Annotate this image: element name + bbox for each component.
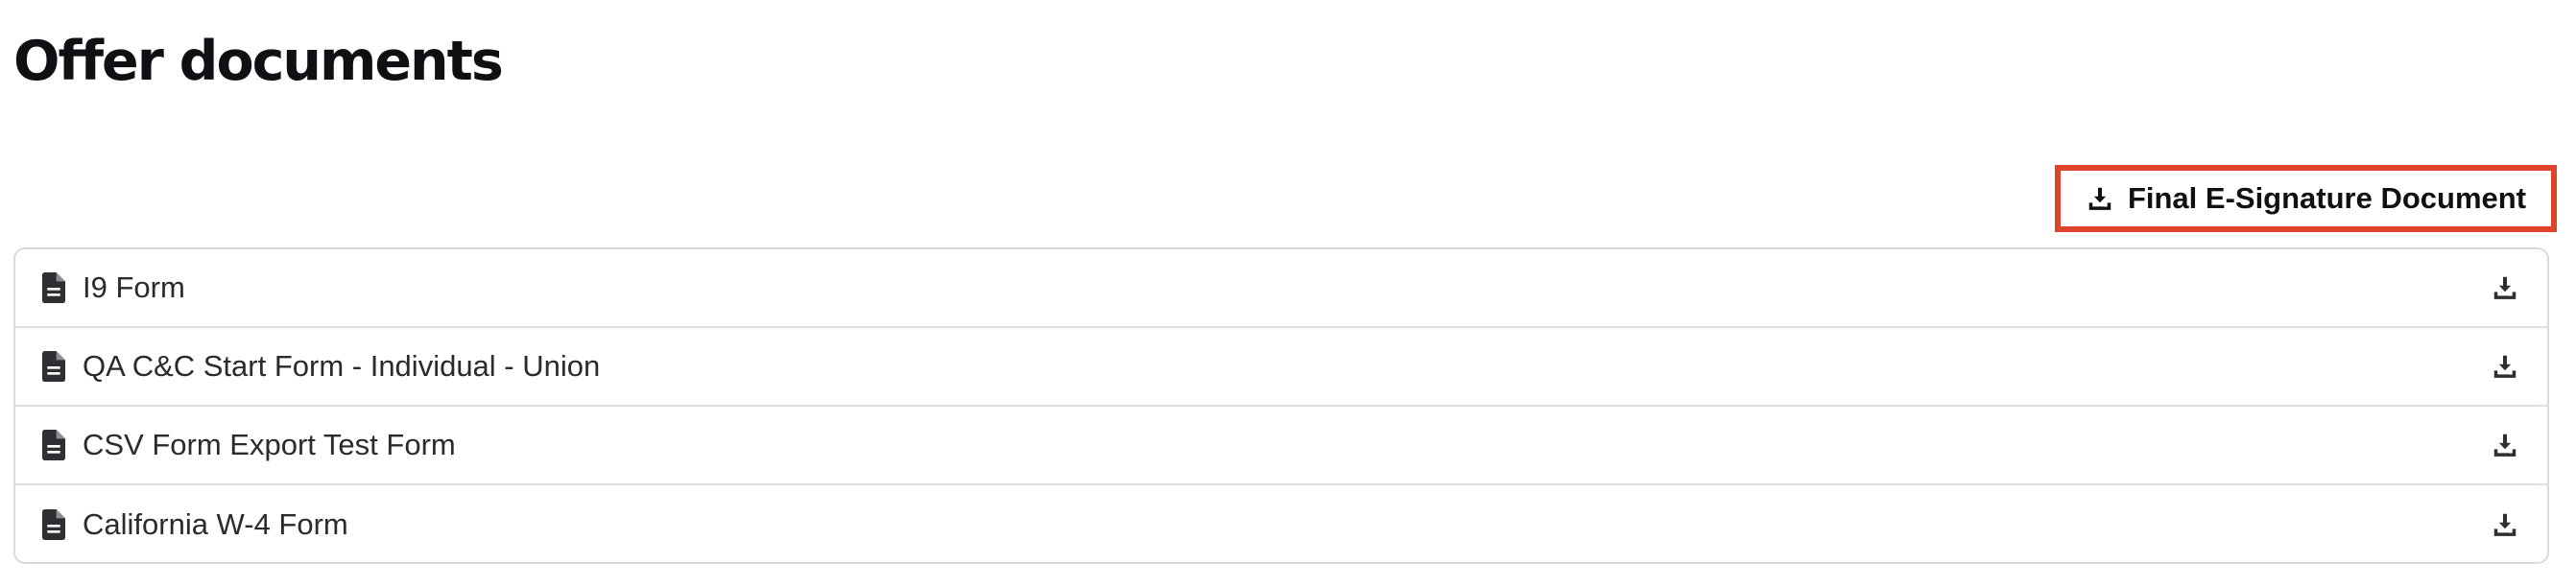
- page-title: Offer documents: [13, 30, 504, 93]
- document-name: QA C&C Start Form - Individual - Union: [83, 349, 601, 383]
- document-name: I9 Form: [83, 270, 185, 304]
- download-icon: [2086, 184, 2114, 213]
- file-icon: [42, 351, 65, 382]
- document-name: CSV Form Export Test Form: [83, 428, 456, 461]
- offer-documents-page: Offer documents Final E-Signature Docume…: [0, 0, 2576, 587]
- download-icon[interactable]: [2486, 426, 2524, 464]
- list-item: California W-4 Form: [15, 485, 2547, 562]
- download-icon[interactable]: [2486, 269, 2524, 307]
- list-item: I9 Form: [15, 249, 2547, 328]
- download-icon[interactable]: [2486, 347, 2524, 386]
- list-item: QA C&C Start Form - Individual - Union: [15, 328, 2547, 407]
- final-e-signature-document-button[interactable]: Final E-Signature Document: [2055, 165, 2557, 232]
- download-icon[interactable]: [2486, 505, 2524, 544]
- document-name: California W-4 Form: [83, 507, 348, 541]
- file-icon: [42, 430, 65, 460]
- final-e-signature-document-label: Final E-Signature Document: [2127, 181, 2527, 215]
- file-icon: [42, 509, 65, 540]
- file-icon: [42, 272, 65, 303]
- document-list: I9 Form QA C&C Start Form - Individual -…: [13, 247, 2549, 564]
- list-item: CSV Form Export Test Form: [15, 407, 2547, 485]
